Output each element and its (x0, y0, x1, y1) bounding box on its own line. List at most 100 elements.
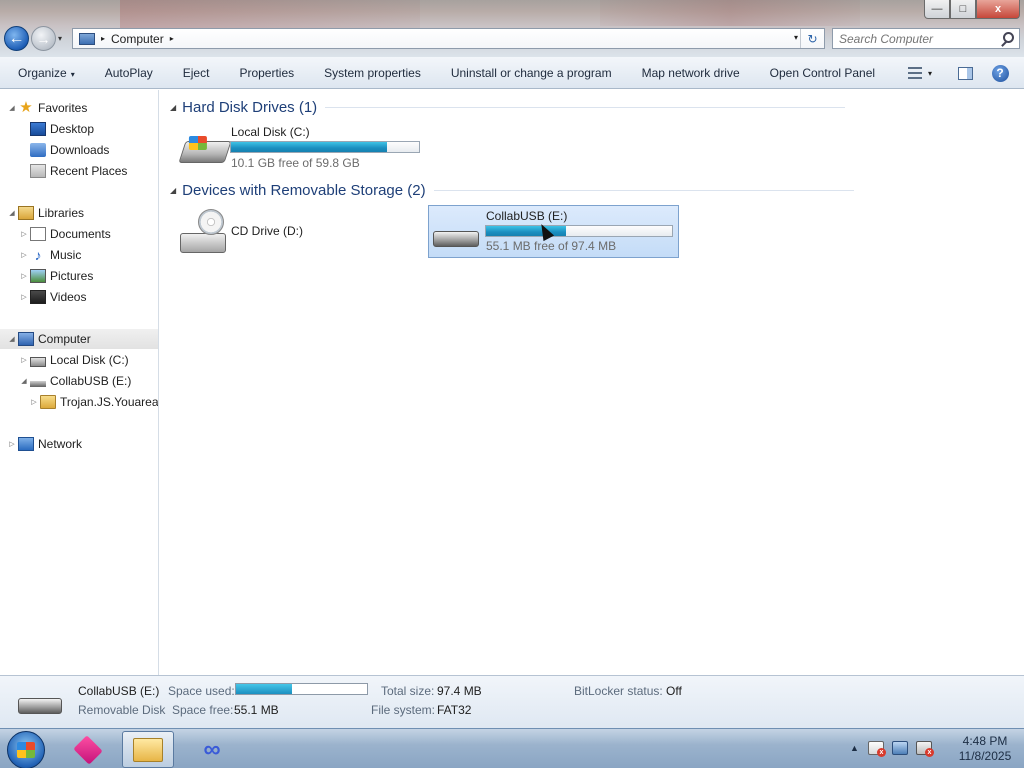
search-icon[interactable] (1003, 32, 1014, 43)
hard-drive-icon (30, 357, 46, 367)
breadcrumb-separator[interactable]: ▸ (170, 34, 174, 43)
space-free-value: 55.1 MB (234, 703, 279, 717)
chevron-down-icon: ▾ (70, 69, 75, 79)
title-bar: — □ x ← → ▾ ▸ Computer ▸ ▾ ↻ (0, 0, 1024, 57)
sidebar-item-label: Local Disk (C:) (50, 353, 129, 367)
back-button[interactable]: ← (4, 26, 29, 51)
search-input[interactable] (833, 31, 993, 46)
collapsed-icon[interactable]: ▷ (20, 251, 28, 259)
open-control-panel-button[interactable]: Open Control Panel (755, 66, 890, 80)
collapse-group-icon[interactable]: ◢ (170, 103, 176, 112)
drive-tile-collabusb[interactable]: CollabUSB (E:) 55.1 MB free of 97.4 MB (428, 205, 679, 258)
usb-drive-icon (18, 698, 62, 714)
sidebar-item-local-disk[interactable]: ▷ Local Disk (C:) (20, 350, 129, 370)
sidebar-item-music[interactable]: ▷ ♪ Music (20, 245, 81, 265)
map-network-drive-button[interactable]: Map network drive (627, 66, 755, 80)
space-free-label: Space free: (172, 703, 234, 717)
change-view-button[interactable]: ▾ (900, 62, 940, 84)
collapsed-icon[interactable]: ▷ (20, 230, 28, 238)
sidebar-item-desktop[interactable]: Desktop (30, 119, 94, 139)
recent-pages-dropdown[interactable]: ▾ (58, 34, 62, 43)
collapsed-icon[interactable]: ▷ (20, 272, 28, 280)
properties-button[interactable]: Properties (224, 66, 309, 80)
group-divider (433, 190, 854, 191)
navigation-pane: ◢ ★ Favorites Desktop Downloads Recent P… (0, 90, 159, 675)
refresh-icon[interactable]: ↻ (800, 29, 824, 48)
bitlocker-label: BitLocker status: (574, 684, 663, 698)
autoplay-button[interactable]: AutoPlay (90, 66, 168, 80)
drive-tile-cd-drive[interactable]: CD Drive (D:) (176, 206, 426, 258)
collapsed-icon[interactable]: ▷ (30, 398, 38, 406)
taskbar-app-explorer[interactable] (122, 731, 174, 768)
sidebar-item-favorites[interactable]: ◢ ★ Favorites (8, 98, 87, 118)
collapsed-icon[interactable]: ▷ (8, 440, 16, 448)
address-bar[interactable]: ▸ Computer ▸ ▾ ↻ (72, 28, 825, 49)
infinity-app-icon: ∞ (203, 735, 221, 763)
show-hidden-icons-button[interactable]: ▲ (850, 743, 859, 753)
pictures-icon (30, 269, 46, 283)
eject-button[interactable]: Eject (168, 66, 225, 80)
network-icon[interactable] (892, 741, 908, 755)
system-properties-button[interactable]: System properties (309, 66, 436, 80)
expand-icon[interactable]: ◢ (20, 377, 28, 385)
address-dropdown[interactable]: ▾ (794, 33, 798, 42)
drive-usage-bar (230, 141, 420, 153)
drive-free-space: 55.1 MB free of 97.4 MB (486, 239, 617, 253)
sidebar-item-downloads[interactable]: Downloads (30, 140, 109, 160)
group-title: Hard Disk Drives (1) (182, 99, 318, 116)
sidebar-item-pictures[interactable]: ▷ Pictures (20, 266, 93, 286)
organize-menu[interactable]: Organize ▾ (0, 66, 90, 80)
breadcrumb-computer[interactable]: Computer (111, 32, 164, 46)
minimize-button[interactable]: — (924, 0, 950, 19)
drive-name: Local Disk (C:) (231, 125, 310, 139)
group-divider (325, 107, 846, 108)
space-used-bar (235, 683, 368, 695)
usb-drive-icon (433, 231, 479, 247)
action-center-icon[interactable]: x (868, 741, 886, 757)
volume-icon[interactable]: x (916, 741, 934, 757)
usb-drive-icon (30, 380, 46, 387)
sidebar-item-computer[interactable]: ◢ Computer (0, 329, 158, 349)
cd-drive-icon (180, 233, 226, 253)
group-header-hard-disk-drives[interactable]: ◢ Hard Disk Drives (1) (170, 99, 846, 116)
expand-icon[interactable]: ◢ (8, 104, 16, 112)
expand-icon[interactable]: ◢ (8, 209, 16, 217)
sidebar-item-label: Downloads (50, 143, 110, 157)
collapsed-icon[interactable]: ▷ (20, 356, 28, 364)
group-header-removable-storage[interactable]: ◢ Devices with Removable Storage (2) (170, 182, 854, 199)
taskbar-app-loop[interactable]: ∞ (186, 731, 238, 768)
help-button[interactable]: ? (990, 62, 1010, 84)
search-box[interactable] (832, 28, 1020, 49)
sidebar-item-videos[interactable]: ▷ Videos (20, 287, 86, 307)
expand-icon[interactable]: ◢ (8, 335, 16, 343)
collapse-group-icon[interactable]: ◢ (170, 186, 176, 195)
drive-name: CD Drive (D:) (231, 224, 303, 238)
sidebar-item-recent-places[interactable]: Recent Places (30, 161, 127, 181)
libraries-icon (18, 206, 34, 220)
sidebar-item-network[interactable]: ▷ Network (8, 434, 82, 454)
sidebar-item-collabusb[interactable]: ◢ CollabUSB (E:) (20, 371, 131, 391)
star-icon: ★ (19, 99, 33, 116)
drive-tile-local-disk[interactable]: Local Disk (C:) 10.1 GB free of 59.8 GB (176, 121, 426, 173)
clock-date: 11/8/2025 (958, 749, 1012, 763)
clock[interactable]: 4:48 PM 11/8/2025 (950, 734, 1020, 764)
sidebar-item-label: Recent Places (50, 164, 128, 178)
forward-button[interactable]: → (31, 26, 56, 51)
taskbar-app-pink[interactable] (62, 731, 114, 768)
sidebar-item-label: Music (50, 248, 82, 262)
sidebar-item-libraries[interactable]: ◢ Libraries (8, 203, 84, 223)
details-pane (0, 675, 1024, 728)
breadcrumb-separator[interactable]: ▸ (101, 34, 105, 43)
maximize-button[interactable]: □ (950, 0, 976, 19)
sidebar-item-trojan-folder[interactable]: ▷ Trojan.JS.Youarean (30, 392, 158, 412)
start-button[interactable] (7, 731, 45, 768)
computer-icon (18, 332, 34, 346)
sidebar-item-documents[interactable]: ▷ Documents (20, 224, 111, 244)
preview-pane-button[interactable] (955, 62, 975, 84)
close-button[interactable]: x (976, 0, 1020, 19)
drive-usage-fill (231, 142, 388, 152)
file-system-value: FAT32 (437, 703, 472, 717)
uninstall-program-button[interactable]: Uninstall or change a program (436, 66, 627, 80)
collapsed-icon[interactable]: ▷ (20, 293, 28, 301)
sidebar-item-label: CollabUSB (E:) (50, 374, 132, 388)
